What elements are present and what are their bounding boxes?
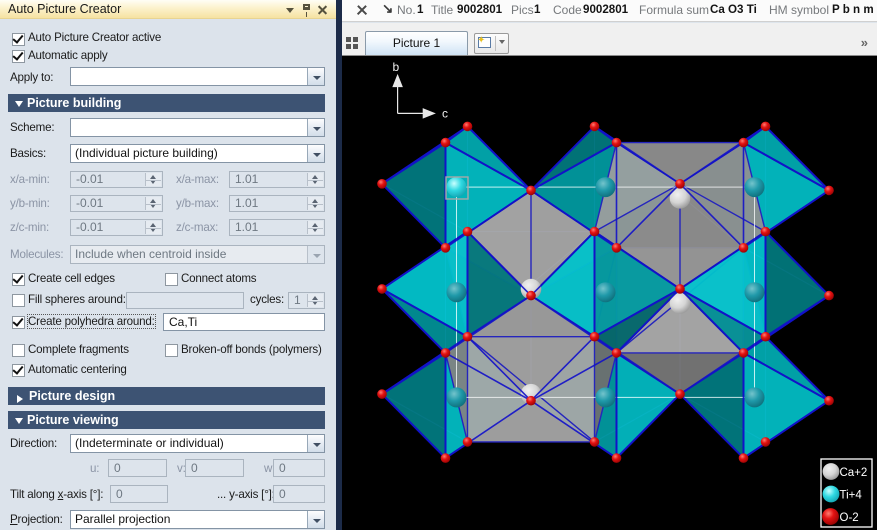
svg-text:Ti+4: Ti+4 <box>840 490 863 502</box>
svg-text:O-2: O-2 <box>840 512 859 524</box>
svg-text:b: b <box>393 60 400 74</box>
svg-text:Ca+2: Ca+2 <box>840 467 868 479</box>
svg-text:c: c <box>442 107 448 121</box>
